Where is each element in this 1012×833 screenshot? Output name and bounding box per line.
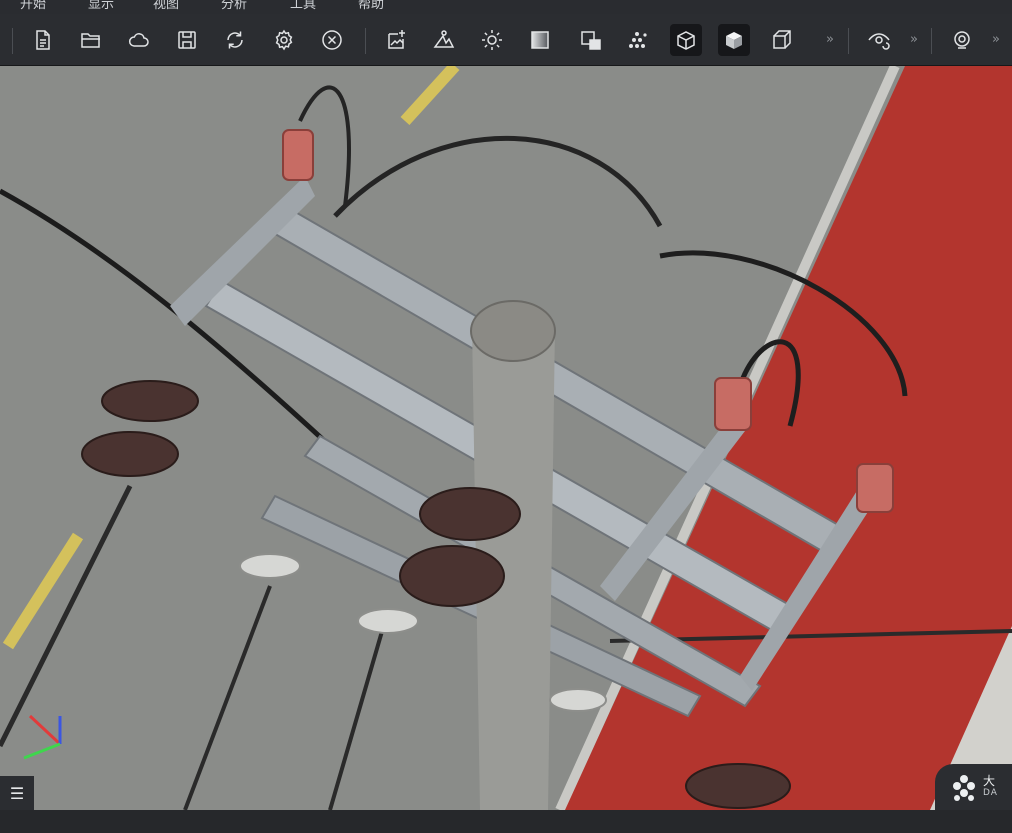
save-icon	[178, 31, 196, 49]
menu-start[interactable]: 开始	[20, 0, 46, 12]
terrain-button[interactable]	[428, 24, 460, 56]
new-file-button[interactable]	[27, 24, 59, 56]
gradient-icon	[531, 31, 549, 49]
box-outline-icon	[773, 30, 791, 49]
menu-analysis[interactable]: 分析	[221, 0, 247, 12]
image-import-icon	[388, 30, 405, 49]
main-toolbar: » » »	[0, 14, 1012, 66]
lighting-button[interactable]	[476, 24, 508, 56]
point-cloud-button[interactable]	[622, 24, 654, 56]
cloud-icon	[128, 33, 149, 47]
3d-viewport[interactable]: ☰ 大 DA	[0, 66, 1012, 810]
toolbar-separator	[848, 28, 849, 54]
toolbar-overflow-more[interactable]: »	[992, 32, 1000, 47]
scene-model	[0, 66, 1012, 810]
visibility-button[interactable]	[863, 24, 895, 56]
settings-gear-icon	[275, 29, 293, 51]
location-target-icon	[954, 31, 970, 49]
close-project-button[interactable]	[316, 24, 348, 56]
brand-logo-icon	[953, 775, 975, 801]
menu-view[interactable]: 视图	[153, 0, 179, 12]
refresh-icon	[227, 31, 243, 49]
toolbar-separator	[931, 28, 932, 54]
wireframe-cube-icon	[677, 31, 695, 50]
cloud-button[interactable]	[123, 24, 155, 56]
layers-button[interactable]	[575, 24, 607, 56]
wireframe-view-button[interactable]	[670, 24, 702, 56]
save-button[interactable]	[171, 24, 203, 56]
axis-gizmo	[23, 714, 62, 760]
toolbar-overflow-more[interactable]: »	[910, 32, 918, 47]
settings-button[interactable]	[268, 24, 300, 56]
status-bar	[0, 810, 1012, 833]
menu-display[interactable]: 显示	[88, 0, 114, 12]
toolbar-separator	[12, 28, 13, 54]
solid-view-button[interactable]	[718, 24, 750, 56]
open-folder-icon	[81, 33, 100, 48]
toolbar-separator	[365, 28, 366, 54]
menu-help[interactable]: 帮助	[358, 0, 384, 12]
eye-refresh-icon	[868, 33, 890, 50]
solid-cube-icon	[726, 32, 742, 49]
image-import-button[interactable]	[380, 24, 412, 56]
toolbar-overflow-more[interactable]: »	[826, 32, 834, 47]
brand-text-bottom: DA	[983, 788, 998, 798]
menu-tools[interactable]: 工具	[290, 0, 316, 12]
brand-badge: 大 DA	[935, 764, 1012, 810]
terrain-icon	[433, 30, 455, 48]
brand-text-top: 大	[983, 774, 996, 788]
light-sun-icon	[482, 30, 502, 50]
open-folder-button[interactable]	[75, 24, 107, 56]
layers-icon	[581, 31, 601, 50]
gradient-button[interactable]	[524, 24, 556, 56]
point-cloud-icon	[629, 32, 647, 48]
location-button[interactable]	[946, 24, 978, 56]
close-circle-icon	[322, 30, 342, 50]
box-outline-button[interactable]	[766, 24, 798, 56]
panel-toggle-button[interactable]: ☰	[0, 776, 34, 810]
refresh-button[interactable]	[219, 24, 251, 56]
brand-text: 大 DA	[983, 775, 998, 799]
menu-bar: 开始 显示 视图 分析 工具 帮助	[0, 0, 1012, 14]
new-file-icon	[36, 30, 50, 50]
